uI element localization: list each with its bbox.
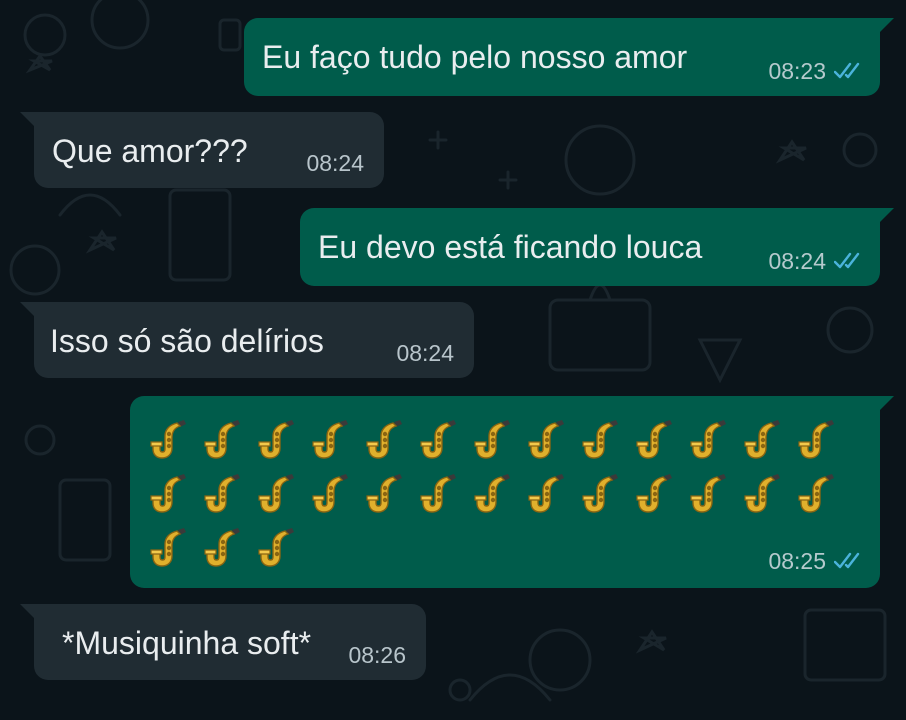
- saxophone-emoji: [528, 420, 564, 459]
- message-time: 08:24: [306, 150, 364, 176]
- saxophone-emoji: [204, 474, 240, 513]
- saxophone-emoji: [582, 420, 618, 459]
- saxophone-emoji: [420, 474, 456, 513]
- saxophone-emoji: [312, 474, 348, 513]
- message-text: Isso só são delírios: [50, 323, 324, 359]
- saxophone-emoji: [582, 474, 618, 513]
- message-time: 08:24: [768, 248, 826, 274]
- saxophone-emoji: [258, 528, 294, 567]
- double-check-icon: [834, 62, 860, 79]
- message-meta: 08:24: [396, 340, 454, 366]
- saxophone-emoji: [798, 420, 834, 459]
- saxophone-emoji: [150, 528, 186, 567]
- message-time: 08:24: [396, 340, 454, 366]
- message-meta: 08:26: [348, 642, 406, 668]
- message-text: Eu devo está ficando louca: [318, 229, 703, 265]
- saxophone-emoji: [258, 474, 294, 513]
- message-bubble-outgoing[interactable]: 08:25: [130, 396, 894, 588]
- message-time: 08:25: [768, 548, 826, 574]
- emoji-row: [148, 526, 300, 570]
- double-check-icon: [834, 252, 860, 269]
- message-bubble-incoming[interactable]: Que amor??? 08:24: [20, 112, 384, 188]
- saxophone-emoji: [474, 420, 510, 459]
- saxophone-emoji: [150, 420, 186, 459]
- message-bubble-incoming[interactable]: *Musiquinha soft* 08:26: [20, 604, 426, 680]
- message-meta: 08:23: [768, 58, 864, 84]
- double-check-icon: [834, 552, 860, 569]
- saxophone-emoji: [636, 420, 672, 459]
- message-meta: 08:24: [306, 150, 364, 176]
- saxophone-emoji: [474, 474, 510, 513]
- saxophone-emoji: [744, 474, 780, 513]
- message-time: 08:26: [348, 642, 406, 668]
- emoji-row: [148, 472, 840, 516]
- saxophone-emoji: [420, 420, 456, 459]
- message-bubble-incoming[interactable]: Isso só são delírios 08:24: [20, 302, 474, 378]
- saxophone-emoji: [312, 420, 348, 459]
- message-bubble-outgoing[interactable]: Eu faço tudo pelo nosso amor 08:23: [244, 18, 894, 96]
- saxophone-emoji: [366, 420, 402, 459]
- saxophone-emoji: [744, 420, 780, 459]
- saxophone-emoji: [150, 474, 186, 513]
- saxophone-emoji: [204, 420, 240, 459]
- saxophone-emoji: [258, 420, 294, 459]
- message-bubble-outgoing[interactable]: Eu devo está ficando louca 08:24: [300, 208, 894, 286]
- saxophone-emoji: [204, 528, 240, 567]
- message-text: Que amor???: [52, 133, 248, 169]
- saxophone-emoji: [636, 474, 672, 513]
- emoji-row: [148, 418, 840, 462]
- saxophone-emoji: [798, 474, 834, 513]
- message-meta: 08:24: [768, 248, 864, 274]
- saxophone-emoji: [690, 420, 726, 459]
- saxophone-emoji: [366, 474, 402, 513]
- message-meta: 08:25: [768, 548, 864, 574]
- message-time: 08:23: [768, 58, 826, 84]
- message-text: *Musiquinha soft*: [62, 625, 312, 661]
- saxophone-emoji: [528, 474, 564, 513]
- message-text: Eu faço tudo pelo nosso amor: [262, 39, 688, 75]
- message-list[interactable]: Eu faço tudo pelo nosso amor 08:23 Que a…: [0, 0, 906, 720]
- saxophone-emoji: [690, 474, 726, 513]
